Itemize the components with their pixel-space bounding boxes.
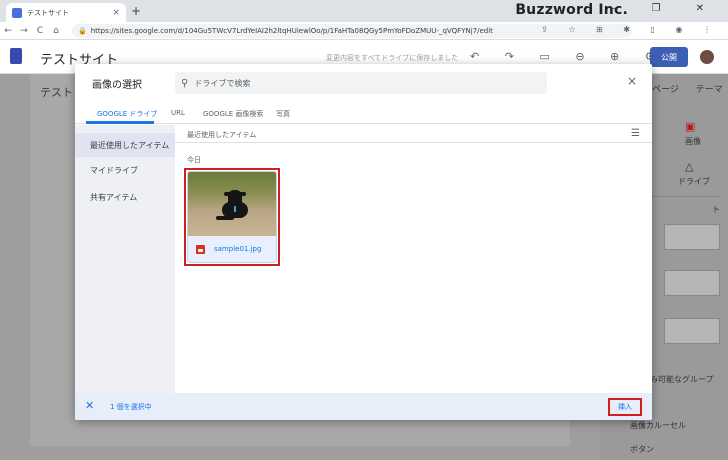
- lock-icon: 🔒: [78, 27, 87, 35]
- url-text: https://sites.google.com/d/104Gu5TWcV7Lr…: [90, 27, 493, 35]
- drive-search-input[interactable]: ⚲ ドライブで検索: [175, 72, 547, 94]
- forward-icon[interactable]: →: [16, 26, 32, 36]
- file-thumbnail: [188, 172, 276, 236]
- content-header-label: 最近使用したアイテム: [187, 131, 257, 139]
- collapsible-group-label[interactable]: たみ可能なグループ: [642, 374, 714, 385]
- publish-button[interactable]: 公開: [650, 47, 688, 67]
- deselect-icon[interactable]: ✕: [85, 399, 94, 412]
- drive-sidebar: 最近使用したアイテム マイドライブ 共有アイテム: [75, 125, 175, 393]
- dialog-footer: ✕ 1 個を選択中 挿入: [75, 393, 652, 420]
- layout-option[interactable]: [664, 224, 720, 250]
- new-tab-button[interactable]: +: [131, 4, 141, 18]
- image-insert-icon[interactable]: ▣: [685, 120, 695, 133]
- reload-icon[interactable]: C: [32, 26, 48, 36]
- tab-google-drive[interactable]: GOOGLE ドライブ: [97, 109, 157, 119]
- content-header: 最近使用したアイテム ☰: [175, 125, 652, 143]
- button-label[interactable]: ボタン: [630, 444, 654, 455]
- layout-option[interactable]: [664, 270, 720, 296]
- layout-option[interactable]: [664, 318, 720, 344]
- search-icon: ⚲: [181, 77, 189, 89]
- browser-tab[interactable]: テストサイト ×: [6, 3, 126, 22]
- tab-photos[interactable]: 写真: [276, 109, 290, 119]
- list-view-icon[interactable]: ☰: [631, 128, 640, 139]
- drive-icon[interactable]: △: [685, 160, 693, 173]
- tab-google-image-search[interactable]: GOOGLE 画像検索: [203, 109, 263, 119]
- image-picker-dialog: 画像の選択 ⚲ ドライブで検索 × GOOGLE ドライブ URL GOOGLE…: [75, 64, 652, 420]
- close-icon[interactable]: ×: [627, 74, 637, 88]
- panel-tabs[interactable]: ページ テーマ: [652, 82, 723, 95]
- sites-favicon-icon: [12, 7, 22, 18]
- back-icon[interactable]: ←: [0, 26, 16, 36]
- file-name: sample01.jpg: [214, 245, 262, 253]
- dialog-title: 画像の選択: [92, 80, 142, 91]
- date-group-label: 今日: [187, 156, 201, 164]
- source-tabs: GOOGLE ドライブ URL GOOGLE 画像検索 写真: [75, 104, 652, 124]
- tab-url[interactable]: URL: [171, 109, 185, 117]
- tab-title: テストサイト: [27, 8, 69, 17]
- save-status: 変更内容をすべてドライブに保存しました: [326, 54, 459, 62]
- avatar[interactable]: [700, 50, 714, 64]
- sidebar-item-recent[interactable]: 最近使用したアイテム: [75, 133, 175, 157]
- tab-close-icon[interactable]: ×: [112, 8, 120, 18]
- browser-tabbar: テストサイト × + Buzzword Inc. – ❐ ✕: [0, 0, 728, 22]
- home-icon[interactable]: ⌂: [48, 26, 64, 36]
- image-insert-label: 画像: [685, 137, 701, 146]
- carousel-label[interactable]: 画像カルーセル: [630, 420, 686, 431]
- image-file-icon: [196, 244, 205, 254]
- file-info-row: sample01.jpg: [188, 236, 276, 262]
- address-bar: ← → C ⌂ 🔒 https://sites.google.com/d/104…: [0, 22, 728, 40]
- selection-count: 1 個を選択中: [110, 403, 152, 411]
- active-tab-indicator: [86, 121, 154, 124]
- window-controls[interactable]: – ❐ ✕: [611, 3, 720, 14]
- layouts-label: ト: [712, 205, 720, 214]
- extension-icons[interactable]: ⇪ ☆ ⊞ ✱ ▯ ◉ ⋮: [541, 25, 720, 34]
- file-content-area: 最近使用したアイテム ☰ 今日 sample01.jpg: [175, 125, 652, 393]
- insert-button[interactable]: 挿入: [611, 401, 639, 413]
- sidebar-item-my-drive[interactable]: マイドライブ: [75, 158, 175, 182]
- sidebar-item-shared[interactable]: 共有アイテム: [75, 185, 175, 209]
- search-placeholder: ドライブで検索: [194, 78, 251, 88]
- file-card[interactable]: sample01.jpg: [187, 171, 277, 263]
- sites-logo-icon[interactable]: [10, 48, 22, 64]
- canvas-site-title: テスト: [40, 86, 73, 99]
- drive-insert-label: ドライブ: [678, 177, 710, 186]
